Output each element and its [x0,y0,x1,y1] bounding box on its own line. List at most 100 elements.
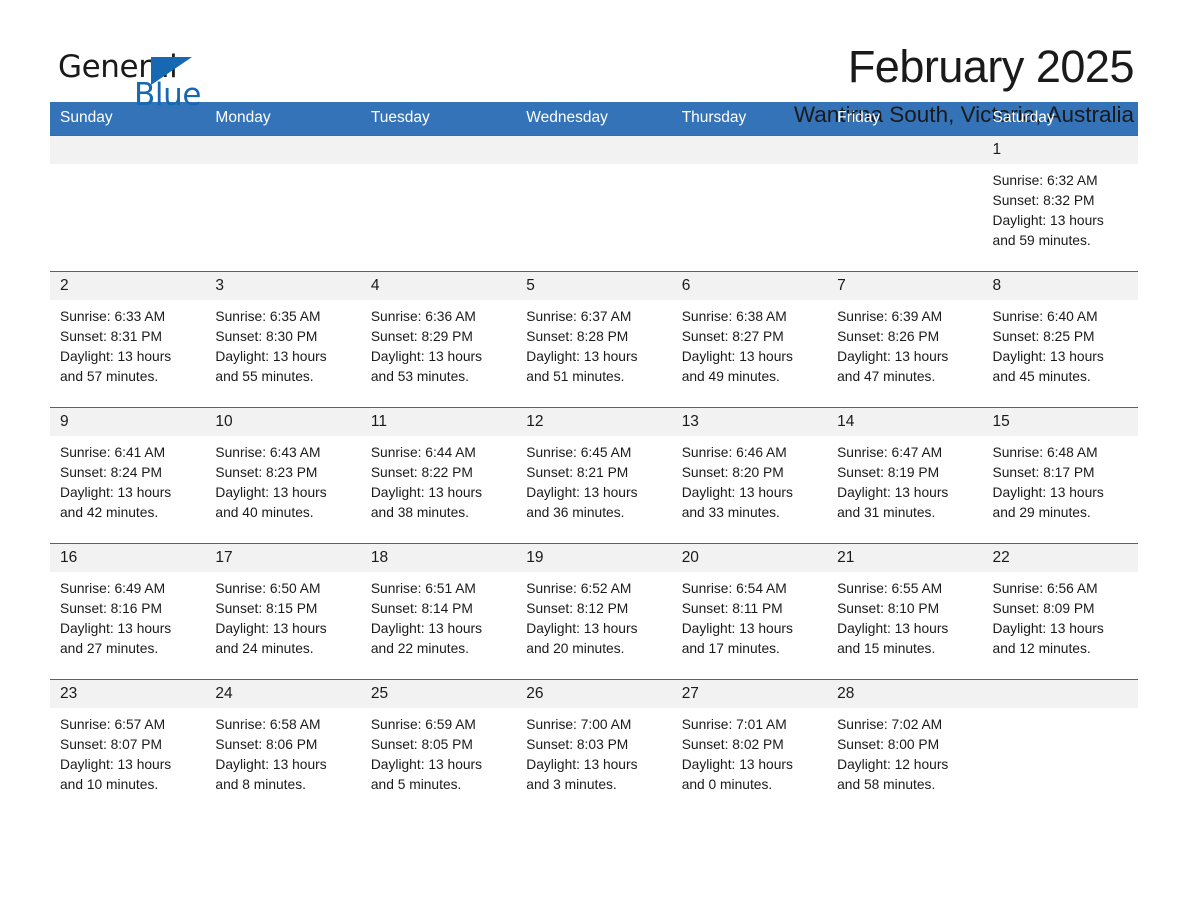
day-number-blank [50,136,206,164]
daylight-text: and 17 minutes. [681,641,780,656]
day-details: Sunrise: 6:45 AM Sunset: 8:21 PM Daylight:… [516,436,671,523]
day-cell[interactable]: 15 Sunrise: 6:48 AM Sunset: 8:17 PM Dayligh… [982,407,1138,544]
day-cell[interactable]: 11 Sunrise: 6:44 AM Sunset: 8:22 PM Dayligh… [360,407,517,544]
day-number: 27 [671,680,828,708]
day-number: 15 [982,408,1138,436]
day-number: 20 [671,544,828,572]
day-cell[interactable]: 5 Sunrise: 6:37 AM Sunset: 8:28 PM Daylight… [516,271,672,408]
day-details: Sunrise: 6:46 AM Sunset: 8:20 PM Daylight:… [672,436,827,523]
daylight-text: and 47 minutes. [837,369,936,384]
day-cell[interactable]: 6 Sunrise: 6:38 AM Sunset: 8:27 PM Daylight… [671,271,828,408]
day-cell[interactable]: 9 Sunrise: 6:41 AM Sunset: 8:24 PM Daylight… [50,407,206,544]
sunrise-text: Sunrise: 6:59 AM [370,717,476,732]
day-details: Sunrise: 6:38 AM Sunset: 8:27 PM Daylight:… [672,300,827,387]
day-details: Sunrise: 6:49 AM Sunset: 8:16 PM Daylight:… [50,572,205,659]
day-cell-inner: 5 Sunrise: 6:37 AM Sunset: 8:28 PM Daylight… [516,272,672,407]
day-cell-inner: 6 Sunrise: 6:38 AM Sunset: 8:27 PM Daylight… [671,272,828,407]
day-cell[interactable]: 23 Sunrise: 6:57 AM Sunset: 8:07 PM Dayligh… [50,679,206,815]
day-cell[interactable]: 20 Sunrise: 6:54 AM Sunset: 8:11 PM Dayligh… [671,543,828,680]
day-cell[interactable]: 10 Sunrise: 6:43 AM Sunset: 8:23 PM Dayligh… [205,407,361,544]
page-title: February 2025 [847,41,1135,92]
weekday-header-tuesday: Tuesday [360,102,517,136]
day-cell[interactable]: 3 Sunrise: 6:35 AM Sunset: 8:30 PM Daylight… [205,271,361,408]
sunrise-text: Sunrise: 6:48 AM [992,445,1098,460]
empty-day-cell [360,135,517,272]
day-cell[interactable]: 8 Sunrise: 6:40 AM Sunset: 8:25 PM Daylight… [982,271,1138,408]
day-cell-inner: 11 Sunrise: 6:44 AM Sunset: 8:22 PM Dayligh… [360,408,517,543]
day-details: Sunrise: 6:58 AM Sunset: 8:06 PM Daylight:… [205,708,360,795]
day-details: Sunrise: 6:33 AM Sunset: 8:31 PM Daylight:… [50,300,205,387]
day-cell[interactable]: 14 Sunrise: 6:47 AM Sunset: 8:19 PM Dayligh… [827,407,983,544]
calendar-week-row: 1 Sunrise: 6:32 AM Sunset: 8:32 PM Daylight… [50,135,1138,272]
daylight-text: and 10 minutes. [60,777,159,792]
day-cell[interactable]: 21 Sunrise: 6:55 AM Sunset: 8:10 PM Dayligh… [827,543,983,680]
sunset-text: Sunset: 8:24 PM [60,465,163,480]
day-details: Sunrise: 7:00 AM Sunset: 8:03 PM Daylight:… [516,708,671,795]
day-number: 8 [982,272,1138,300]
daylight-text: and 40 minutes. [215,505,314,520]
sunrise-text: Sunrise: 6:45 AM [526,445,632,460]
daylight-text: Daylight: 13 hours [837,621,949,636]
sunset-text: Sunset: 8:02 PM [681,737,784,752]
sunset-text: Sunset: 8:19 PM [837,465,940,480]
day-cell[interactable]: 12 Sunrise: 6:45 AM Sunset: 8:21 PM Dayligh… [516,407,672,544]
day-number: 12 [516,408,672,436]
daylight-text: and 59 minutes. [992,233,1091,248]
day-cell[interactable]: 22 Sunrise: 6:56 AM Sunset: 8:09 PM Dayligh… [982,543,1138,680]
day-cell[interactable]: 25 Sunrise: 6:59 AM Sunset: 8:05 PM Dayligh… [360,679,517,815]
day-number: 14 [827,408,983,436]
day-cell[interactable]: 1 Sunrise: 6:32 AM Sunset: 8:32 PM Daylight… [982,135,1138,272]
sunrise-text: Sunrise: 7:01 AM [681,717,787,732]
sunrise-text: Sunrise: 6:35 AM [215,309,321,324]
day-cell[interactable]: 7 Sunrise: 6:39 AM Sunset: 8:26 PM Daylight… [827,271,983,408]
day-details: Sunrise: 6:51 AM Sunset: 8:14 PM Daylight:… [361,572,516,659]
daylight-text: Daylight: 13 hours [837,349,949,364]
day-details: Sunrise: 6:48 AM Sunset: 8:17 PM Daylight:… [983,436,1138,523]
empty-day-cell [982,679,1138,815]
empty-day-cell [516,135,672,272]
day-cell-inner: 23 Sunrise: 6:57 AM Sunset: 8:07 PM Dayligh… [50,680,206,815]
day-cell[interactable]: 27 Sunrise: 7:01 AM Sunset: 8:02 PM Dayligh… [671,679,828,815]
day-number: 9 [50,408,206,436]
day-cell[interactable]: 2 Sunrise: 6:33 AM Sunset: 8:31 PM Daylight… [50,271,206,408]
day-number: 17 [205,544,361,572]
daylight-text: Daylight: 13 hours [681,349,793,364]
day-cell-inner: 26 Sunrise: 7:00 AM Sunset: 8:03 PM Dayligh… [516,680,672,815]
day-number: 7 [827,272,983,300]
day-cell-inner: 14 Sunrise: 6:47 AM Sunset: 8:19 PM Dayligh… [827,408,983,543]
day-cell-inner: 27 Sunrise: 7:01 AM Sunset: 8:02 PM Dayligh… [671,680,828,815]
day-details: Sunrise: 6:44 AM Sunset: 8:22 PM Daylight:… [361,436,516,523]
day-details: Sunrise: 6:37 AM Sunset: 8:28 PM Daylight:… [516,300,671,387]
daylight-text: and 8 minutes. [215,777,306,792]
sunrise-text: Sunrise: 6:49 AM [60,581,166,596]
sunrise-text: Sunrise: 6:40 AM [992,309,1098,324]
daylight-text: and 5 minutes. [370,777,462,792]
day-cell-inner: 15 Sunrise: 6:48 AM Sunset: 8:17 PM Dayligh… [982,408,1138,543]
day-cell-inner: 28 Sunrise: 7:02 AM Sunset: 8:00 PM Dayligh… [827,680,983,815]
sunset-text: Sunset: 8:23 PM [215,465,318,480]
sunrise-text: Sunrise: 6:33 AM [60,309,166,324]
daylight-text: and 22 minutes. [370,641,470,656]
daylight-text: Daylight: 13 hours [526,757,638,772]
day-cell[interactable]: 17 Sunrise: 6:50 AM Sunset: 8:15 PM Dayligh… [205,543,361,680]
sunset-text: Sunset: 8:21 PM [526,465,629,480]
day-cell[interactable]: 18 Sunrise: 6:51 AM Sunset: 8:14 PM Dayligh… [360,543,517,680]
daylight-text: Daylight: 13 hours [60,621,172,636]
sunset-text: Sunset: 8:06 PM [215,737,318,752]
day-cell-inner [671,136,828,271]
general-blue-logo[interactable]: General Blue [50,44,201,111]
day-cell[interactable]: 26 Sunrise: 7:00 AM Sunset: 8:03 PM Dayligh… [516,679,672,815]
day-cell[interactable]: 4 Sunrise: 6:36 AM Sunset: 8:29 PM Daylight… [360,271,517,408]
day-cell[interactable]: 28 Sunrise: 7:02 AM Sunset: 8:00 PM Dayligh… [827,679,983,815]
empty-day-cell [50,135,206,272]
day-cell[interactable]: 24 Sunrise: 6:58 AM Sunset: 8:06 PM Dayligh… [205,679,361,815]
day-number-blank [516,136,672,164]
day-cell[interactable]: 19 Sunrise: 6:52 AM Sunset: 8:12 PM Dayligh… [516,543,672,680]
day-details: Sunrise: 7:01 AM Sunset: 8:02 PM Daylight:… [672,708,827,795]
logo-text-blue: Blue [134,77,201,113]
day-cell[interactable]: 16 Sunrise: 6:49 AM Sunset: 8:16 PM Dayligh… [50,543,206,680]
daylight-text: and 31 minutes. [837,505,936,520]
sunset-text: Sunset: 8:30 PM [215,329,318,344]
day-cell[interactable]: 13 Sunrise: 6:46 AM Sunset: 8:20 PM Dayligh… [671,407,828,544]
day-number: 23 [50,680,206,708]
